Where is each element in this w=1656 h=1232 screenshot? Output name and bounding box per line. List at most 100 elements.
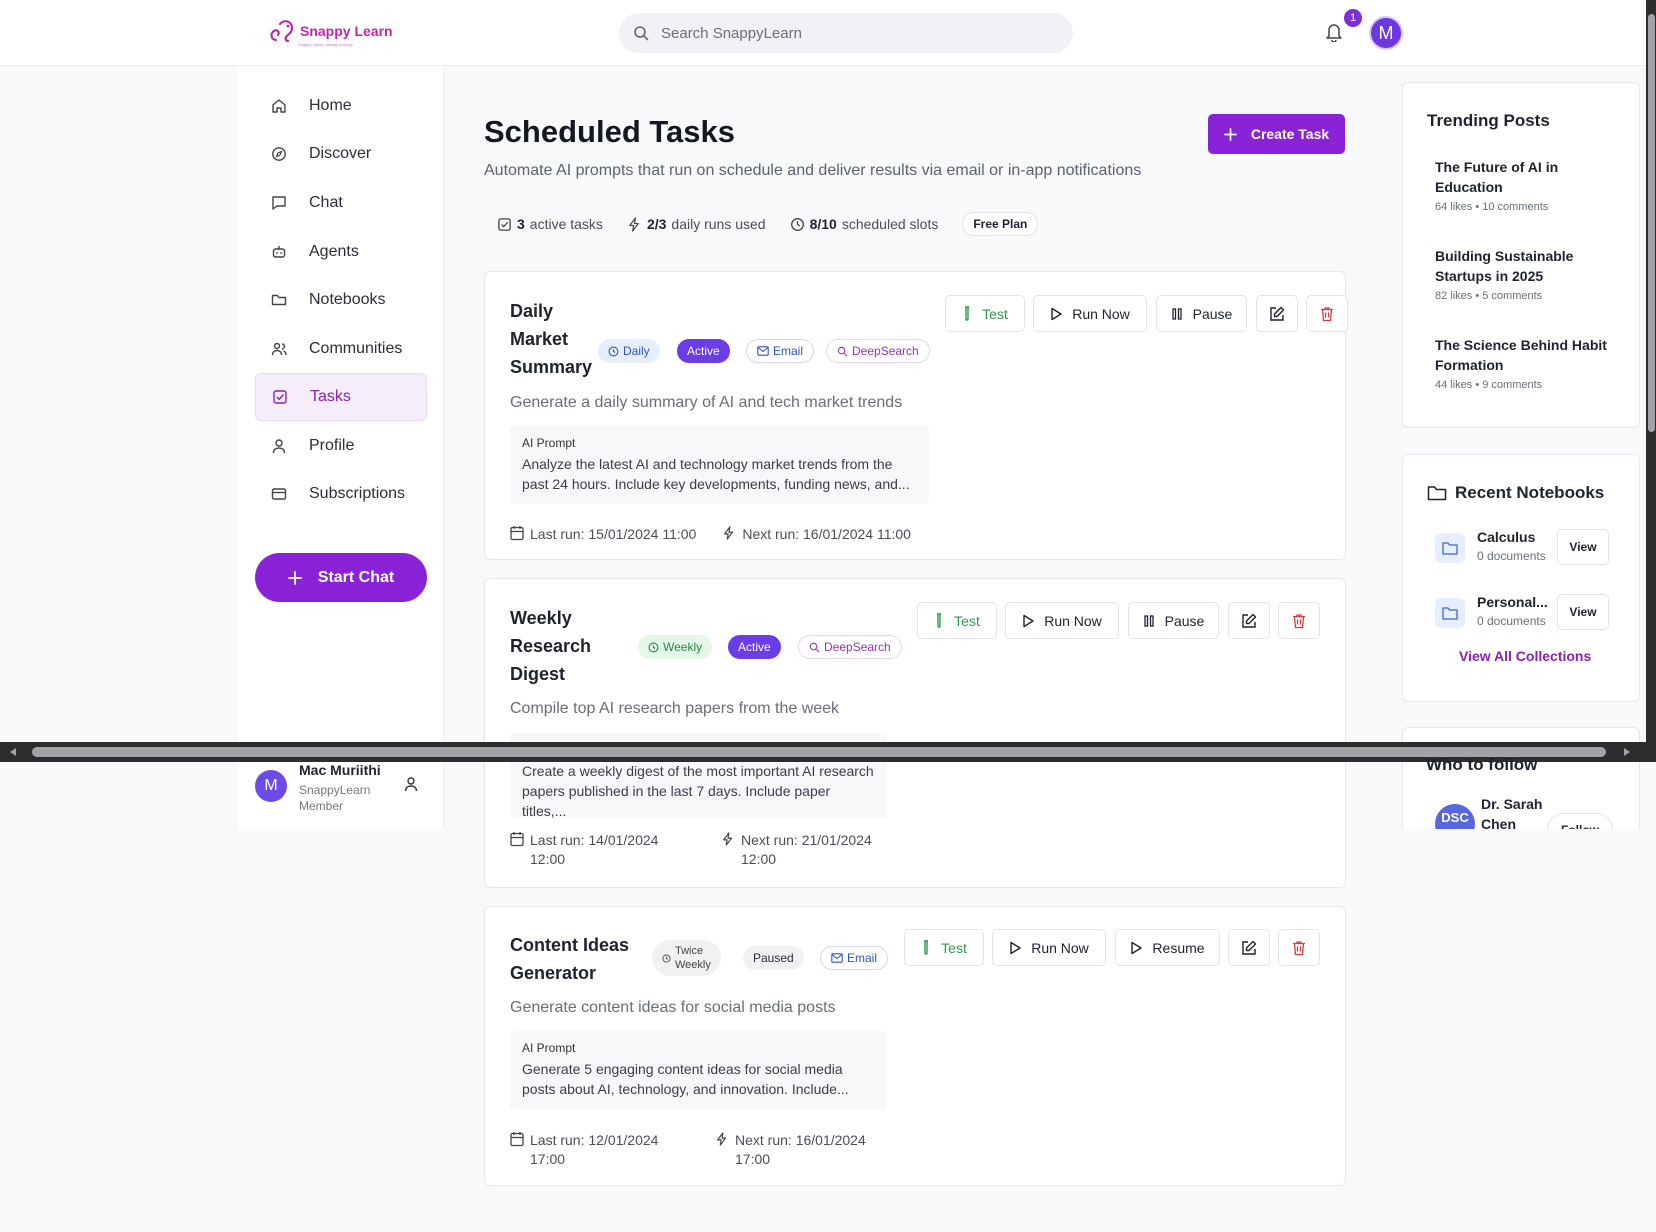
sidebar-item-chat[interactable]: Chat [255, 179, 427, 227]
task-description: Generate a daily summary of AI and tech … [510, 394, 903, 411]
delete-button[interactable] [1278, 929, 1320, 966]
user-role: SnappyLearn Member [299, 783, 371, 813]
vertical-scroll-thumb[interactable] [1648, 14, 1655, 432]
sidebar-item-communities[interactable]: Communities [255, 325, 427, 373]
scroll-right-icon[interactable] [1622, 747, 1632, 757]
view-notebook-button[interactable]: View [1557, 594, 1609, 630]
email-label: Email [773, 344, 804, 358]
sidebar-item-subscriptions[interactable]: Subscriptions [255, 470, 427, 518]
pause-button[interactable]: Pause [1156, 295, 1247, 332]
logo[interactable]: Snappy Learn Snappy minds, lasting curio… [268, 16, 393, 47]
horizontal-scrollbar[interactable] [0, 742, 1646, 762]
trending-post[interactable]: The Science Behind Habit Formation 44 li… [1435, 335, 1615, 391]
follow-button[interactable]: Follow [1547, 813, 1613, 829]
task-title-line: Digest [510, 664, 566, 684]
sidebar-item-profile[interactable]: Profile [255, 422, 427, 470]
runs-used: 2/3 [646, 216, 667, 232]
frequency-badge: Daily [598, 339, 660, 363]
notebook-count: 0 documents [1477, 614, 1546, 628]
calendar-icon [510, 526, 524, 541]
start-chat-label: Start Chat [317, 568, 395, 586]
user-profile-card[interactable]: M Mac Muriithi SnappyLearn Member [255, 762, 427, 822]
run-now-button[interactable]: Run Now [1005, 602, 1119, 639]
create-task-button[interactable]: Create Task [1208, 114, 1345, 154]
sidebar-item-label: Notebooks [309, 291, 386, 308]
search-icon [837, 346, 848, 356]
delete-button[interactable] [1306, 295, 1348, 332]
sidebar-item-label: Home [309, 97, 352, 114]
trending-title: Trending Posts [1427, 111, 1550, 130]
user-icon [272, 439, 286, 454]
edit-button[interactable] [1228, 929, 1270, 966]
delete-button[interactable] [1278, 602, 1320, 639]
edit-button[interactable] [1228, 602, 1270, 639]
deepsearch-label: DeepSearch [824, 640, 891, 654]
test-label: Test [982, 305, 1008, 322]
follow-name-line: Chen [1481, 816, 1516, 829]
trending-post[interactable]: The Future of AI in Education 64 likes •… [1435, 157, 1615, 213]
page-subtitle: Automate AI prompts that run on schedule… [484, 162, 1142, 179]
last-run-text: Last run: 15/01/2024 11:00 [530, 526, 697, 542]
task-description: Compile top AI research papers from the … [510, 700, 840, 717]
scroll-left-icon[interactable] [8, 747, 18, 757]
test-button[interactable]: Test [945, 295, 1025, 332]
task-title-line: Generator [510, 963, 597, 983]
pause-button[interactable]: Pause [1128, 602, 1219, 639]
mail-icon [831, 953, 843, 963]
sidebar-item-notebooks[interactable]: Notebooks [255, 276, 427, 324]
edit-button[interactable] [1256, 295, 1298, 332]
task-card: Daily Market Summary Daily Active Email … [484, 271, 1348, 560]
resume-button[interactable]: Resume [1115, 929, 1220, 966]
plan-badge: Free Plan [962, 212, 1039, 236]
task-card: Content Ideas Generator Twice Weekly Paus… [484, 906, 1346, 1186]
user-settings-icon[interactable] [403, 776, 419, 792]
email-badge: Email [746, 339, 815, 363]
email-badge: Email [820, 946, 889, 970]
vertical-scrollbar[interactable] [1646, 0, 1656, 742]
task-title-line: Weekly [510, 608, 572, 628]
notebook-name: Calculus [1477, 529, 1536, 545]
clock-icon [648, 642, 659, 652]
bot-icon [272, 246, 286, 258]
trending-post[interactable]: Building Sustainable Startups in 2025 82… [1435, 246, 1615, 302]
clock-icon [662, 953, 671, 963]
avatar: DSC [1435, 804, 1475, 829]
start-chat-button[interactable]: Start Chat [255, 553, 427, 602]
sidebar-item-agents[interactable]: Agents [255, 228, 427, 276]
sidebar-item-label: Subscriptions [309, 485, 406, 502]
run-now-label: Run Now [1072, 305, 1130, 322]
next-run-text: Next run: 16/01/2024 [735, 1132, 866, 1148]
folder-icon [271, 294, 287, 306]
test-button[interactable]: Test [917, 602, 997, 639]
active-count: 3 [517, 216, 525, 232]
run-now-button[interactable]: Run Now [1033, 295, 1147, 332]
pause-label: Pause [1164, 612, 1205, 629]
stat-active-tasks: 3 active tasks [497, 216, 603, 232]
sidebar-item-label: Tasks [310, 388, 351, 405]
play-icon [1010, 941, 1021, 954]
search-input[interactable] [661, 24, 1041, 42]
run-now-button[interactable]: Run Now [992, 929, 1106, 966]
ai-prompt-box: AI Prompt Analyze the latest AI and tech… [510, 426, 929, 504]
frequency-label: Daily [623, 344, 650, 358]
task-stats: 3 active tasks 2/3 daily runs used 8/10 … [497, 212, 1039, 236]
sidebar-item-home[interactable]: Home [255, 82, 427, 130]
chat-icon [272, 196, 286, 210]
top-bar: Snappy Learn Snappy minds, lasting curio… [0, 0, 1646, 66]
test-button[interactable]: Test [904, 929, 984, 966]
notebooks-heading: Recent Notebooks [1427, 483, 1604, 503]
view-notebook-button[interactable]: View [1557, 529, 1609, 565]
sidebar-item-discover[interactable]: Discover [255, 130, 427, 178]
user-avatar[interactable]: M [1369, 16, 1403, 50]
horizontal-scroll-thumb[interactable] [32, 747, 1606, 757]
sidebar-item-tasks[interactable]: Tasks [255, 373, 427, 421]
clock-icon [790, 217, 804, 231]
search-bar[interactable] [619, 13, 1073, 53]
next-run-text: Next run: 16/01/2024 11:00 [742, 526, 911, 542]
lightning-icon [717, 1132, 727, 1146]
trash-icon [1293, 613, 1305, 628]
task-title-line: Research [510, 636, 592, 656]
clock-icon [608, 346, 619, 356]
view-all-collections-link[interactable]: View All Collections [1459, 648, 1591, 664]
notifications-button[interactable] [1325, 22, 1343, 42]
